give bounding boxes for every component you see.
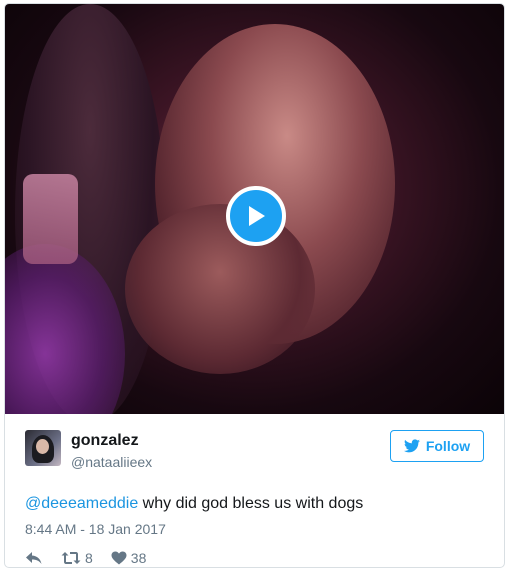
retweet-button[interactable]: 8 — [61, 550, 93, 566]
retweet-icon — [61, 551, 81, 565]
retweet-count: 8 — [85, 550, 93, 566]
heart-icon — [111, 551, 127, 565]
embedded-tweet-card: gonzalez @nataaliieex Follow @deeeameddi… — [4, 3, 505, 568]
avatar[interactable] — [25, 430, 61, 466]
tweet-body: gonzalez @nataaliieex Follow @deeeameddi… — [5, 414, 504, 566]
author-row: gonzalez @nataaliieex Follow — [25, 414, 484, 474]
twitter-bird-icon — [403, 439, 420, 453]
tweet-text: @deeeameddie why did god bless us with d… — [25, 495, 484, 513]
like-button[interactable]: 38 — [111, 550, 147, 566]
media-hand — [125, 204, 315, 374]
reply-icon — [25, 550, 43, 566]
tweet-media-gif[interactable] — [5, 4, 504, 414]
mention-link[interactable]: @deeeameddie — [25, 495, 138, 512]
reply-button[interactable] — [25, 550, 43, 566]
follow-button[interactable]: Follow — [390, 430, 484, 462]
media-cup — [23, 174, 78, 264]
author-screen-name[interactable]: @nataaliieex — [71, 454, 152, 470]
tweet-actions: 8 38 — [25, 550, 484, 566]
tweet-text-body: why did god bless us with dogs — [138, 495, 364, 512]
play-button[interactable] — [226, 186, 286, 246]
like-count: 38 — [130, 550, 147, 566]
play-icon — [245, 204, 267, 228]
follow-label: Follow — [425, 438, 471, 454]
author-display-name[interactable]: gonzalez — [71, 432, 139, 450]
tweet-timestamp[interactable]: 8:44 AM - 18 Jan 2017 — [25, 521, 484, 537]
